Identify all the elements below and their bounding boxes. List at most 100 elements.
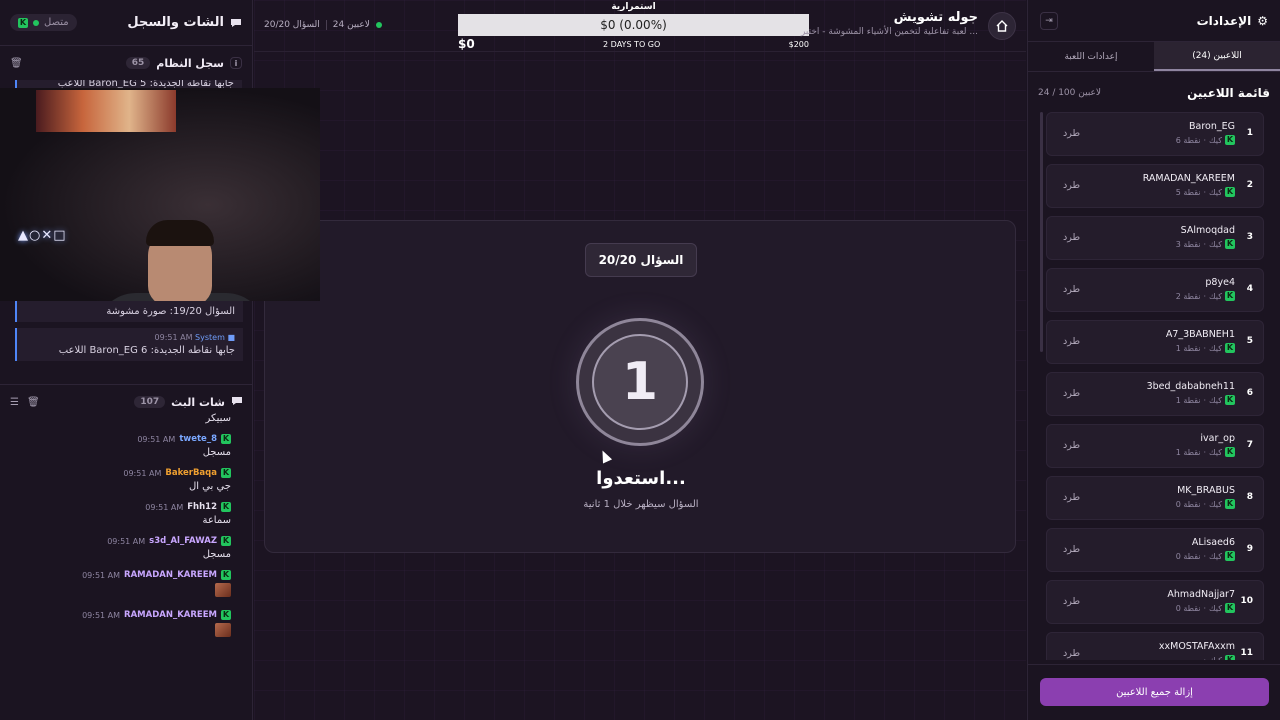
player-row: 5 A7_3BABNEH1 1 نقطة · كيك K طرد: [1046, 320, 1264, 364]
player-points: 0 نقطة: [1175, 499, 1201, 509]
collapse-panel-button[interactable]: ⇥: [1040, 11, 1058, 30]
chat-username[interactable]: s3d_Al_FAWAZ: [149, 536, 217, 546]
player-list-header: 24 / 100 لاعبين قائمة اللاعبين: [1028, 72, 1280, 108]
settings-panel: ⇥ الإعدادات ⚙ إعدادات اللعبة اللاعبين (2…: [1027, 0, 1280, 720]
player-row: 1 Baron_EG 6 نقطة · كيك K طرد: [1046, 112, 1264, 156]
kick-logo-icon: K: [1225, 135, 1235, 145]
kick-player-button[interactable]: طرد: [1063, 284, 1080, 295]
trash-icon[interactable]: 🗑: [10, 58, 23, 69]
get-ready-subtitle: السؤال سيظهر خلال 1 ثانية: [583, 499, 699, 510]
filter-icon[interactable]: ☰: [10, 397, 19, 408]
game-stage: السؤال 20/20 24 لاعبين استمرارية $0 (0.0…: [254, 0, 1026, 720]
kick-player-button[interactable]: طرد: [1063, 596, 1080, 607]
player-points: 2 نقطة: [1175, 291, 1201, 301]
chat-message-text: جي بي ال: [188, 481, 231, 492]
donation-goal-label: استمرارية: [611, 2, 656, 12]
kick-player-button[interactable]: طرد: [1063, 388, 1080, 399]
game-title: جوله تشويش: [893, 10, 978, 25]
remove-all-players-button[interactable]: إزالة جميع اللاعبين: [1040, 678, 1269, 706]
separator-dot: ·: [1203, 551, 1207, 561]
player-name: AhmadNajjar7: [1167, 589, 1235, 600]
player-rank: 7: [1246, 440, 1253, 450]
kick-player-button[interactable]: طرد: [1063, 336, 1080, 347]
robot-icon: ■: [227, 333, 235, 342]
kick-player-button[interactable]: طرد: [1063, 544, 1080, 555]
gear-icon: ⚙: [1257, 13, 1268, 28]
question-progress: السؤال 20/20: [264, 20, 320, 30]
player-rank: 4: [1246, 284, 1253, 294]
chat-emote-image: [215, 583, 231, 597]
player-platform: كيك: [1209, 343, 1222, 353]
tab-game-settings[interactable]: إعدادات اللعبة: [1028, 42, 1154, 71]
player-meta: 2 نقطة · كيك K: [1176, 291, 1235, 301]
question-card: السؤال 20/20 1 استعدوا... السؤال سيظهر خ…: [264, 220, 1016, 553]
kick-player-button[interactable]: طرد: [1063, 440, 1080, 451]
kick-logo-icon: K: [221, 468, 231, 478]
kick-player-button[interactable]: طرد: [1063, 232, 1080, 243]
chat-message: 09:51 AM twete_8 K مسجل: [0, 430, 253, 464]
chat-username[interactable]: RAMADAN_KAREEM: [124, 610, 217, 620]
top-stats: السؤال 20/20 24 لاعبين: [264, 20, 382, 30]
chat-message-meta: 09:51 AM BakerBaqa K: [10, 468, 231, 478]
player-points: 0 نقطة: [1175, 603, 1201, 613]
player-row: 11 xxMOSTAFAxxm · كيك K طرد: [1046, 632, 1264, 660]
kick-logo-icon: K: [1225, 655, 1235, 660]
tab-players[interactable]: اللاعبين (24): [1154, 42, 1280, 71]
chat-username[interactable]: BakerBaqa: [165, 468, 217, 478]
home-button[interactable]: [988, 12, 1016, 40]
kick-player-button[interactable]: طرد: [1063, 648, 1080, 659]
chat-username[interactable]: RAMADAN_KAREEM: [124, 570, 217, 580]
game-description: لعبة تفاعلية لتخمين الأشياء المشوشة - اخ…: [800, 27, 978, 37]
player-row: 9 ALisaed6 0 نقطة · كيك K طرد: [1046, 528, 1264, 572]
player-platform: كيك: [1209, 499, 1222, 509]
chat-message-time: 09:51 AM: [107, 536, 146, 546]
kick-logo-icon: K: [1225, 447, 1235, 457]
player-name: xxMOSTAFAxxm: [1158, 641, 1235, 652]
chat-message-list: 09:51 AM twete_8 K مسجل 09:51 AM BakerBaqa K جي…: [0, 430, 253, 646]
separator-dot: ·: [1203, 343, 1207, 353]
chat-message: سبيكر: [0, 413, 253, 430]
system-log-item: السؤال 19/20: صورة مشوشة: [15, 298, 243, 322]
player-name: RAMADAN_KAREEM: [1142, 173, 1235, 184]
kick-player-button[interactable]: طرد: [1063, 128, 1080, 139]
chat-message-meta: 09:51 AM s3d_Al_FAWAZ K: [10, 536, 231, 546]
donation-goal-amount: $200: [788, 39, 809, 49]
donation-progress-value: $0 (0.00%): [600, 18, 667, 32]
kick-logo-icon: K: [18, 17, 28, 28]
player-platform: كيك: [1209, 395, 1222, 405]
player-meta: 0 نقطة · كيك K: [1176, 551, 1235, 561]
chat-message-time: 09:51 AM: [82, 610, 121, 620]
separator-dot: ·: [1203, 603, 1207, 613]
trash-icon[interactable]: 🗑: [27, 397, 40, 408]
kick-logo-icon: K: [1225, 239, 1235, 249]
online-dot-icon: [375, 22, 382, 28]
kick-logo-icon: K: [221, 610, 231, 620]
player-meta: · كيك K: [1200, 655, 1235, 660]
player-list-scrollbar[interactable]: [1040, 112, 1043, 352]
player-meta: 1 نقطة · كيك K: [1176, 343, 1235, 353]
player-row: 6 3bed_dababneh11 1 نقطة · كيك K طرد: [1046, 372, 1264, 416]
donation-goal-widget: استمرارية $0 (0.00%) $0 2 DAYS TO GO $20…: [458, 2, 809, 51]
kick-logo-icon: K: [1225, 499, 1235, 509]
player-row: 10 AhmadNajjar7 0 نقطة · كيك K طرد: [1046, 580, 1264, 624]
system-log-time: 09:51 AM: [154, 333, 193, 342]
player-name: ivar_op: [1200, 433, 1235, 444]
settings-title: الإعدادات: [1196, 13, 1252, 28]
chat-username[interactable]: twete_8: [179, 434, 217, 444]
player-name: ALisaed6: [1191, 537, 1235, 548]
player-platform: كيك: [1209, 655, 1222, 661]
webcam-background-tv: [36, 90, 176, 132]
chat-username[interactable]: Fhh12: [187, 502, 217, 512]
player-row: 3 SAlmoqdad 3 نقطة · كيك K طرد: [1046, 216, 1264, 260]
divider: [1028, 664, 1280, 665]
player-row: 2 RAMADAN_KAREEM 5 نقطة · كيك K طرد: [1046, 164, 1264, 208]
player-rank: 10: [1240, 596, 1253, 606]
player-rank: 3: [1246, 232, 1253, 242]
kick-player-button[interactable]: طرد: [1063, 180, 1080, 191]
kick-player-button[interactable]: طرد: [1063, 492, 1080, 503]
get-ready-title: استعدوا...: [596, 468, 686, 489]
system-log-list: السؤال 19/20: صورة مشوشة 09:51 AM System…: [0, 298, 253, 367]
player-meta: 6 نقطة · كيك K: [1176, 135, 1235, 145]
player-meta: 5 نقطة · كيك K: [1176, 187, 1235, 197]
kick-logo-icon: K: [221, 434, 231, 444]
